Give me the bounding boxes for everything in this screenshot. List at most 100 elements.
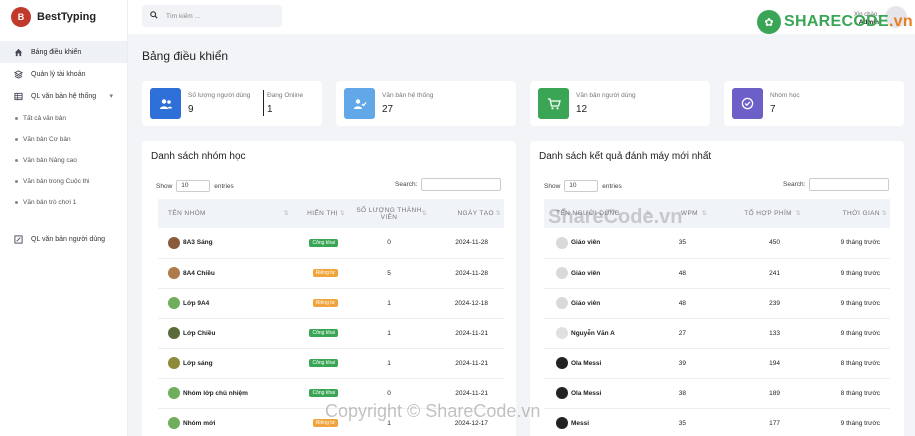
stat-value: 12 (576, 104, 588, 115)
column-header[interactable]: NGÀY TẠO ⇅ (430, 199, 504, 228)
group-name-cell: Nhóm lớp chủ nhiệm (158, 378, 292, 409)
table-search-input[interactable] (421, 178, 502, 191)
sidebar-subitem-label: Văn bản trong Cuộc thi (23, 178, 90, 185)
brand-name: BestTyping (37, 11, 97, 23)
search-icon (150, 11, 158, 21)
layers-icon (13, 69, 23, 79)
sidebar-subitem-game[interactable]: Văn bản trò chơi 1 (0, 192, 127, 213)
wpm-cell: 48 (654, 288, 710, 319)
entries-select[interactable]: 10 (564, 180, 599, 192)
stat-card-user-texts: Văn bản người dùng 12 (530, 81, 710, 126)
sidebar-subitem-advanced[interactable]: Văn bản Nâng cao (0, 150, 127, 171)
user-name: Ola Messi (571, 389, 602, 397)
time-cell: 8 tháng trước (804, 348, 890, 379)
avatar (556, 267, 568, 279)
stat-value: 9 (188, 104, 194, 115)
column-header[interactable]: TÊN NHÓM ⇅ (158, 199, 292, 228)
table-row[interactable]: Giáo viên 48 239 9 tháng trước (544, 288, 890, 319)
bullet-icon (15, 159, 18, 162)
table-row[interactable]: Giáo viên 35 450 9 tháng trước (544, 228, 890, 259)
table-row[interactable]: 8A4 Chiều Riêng tư 5 2024-11-28 (158, 258, 504, 289)
edit-icon (13, 234, 23, 244)
group-avatar (168, 387, 180, 399)
stat-label: Số lượng người dùng (188, 92, 251, 99)
group-avatar (168, 236, 180, 249)
avatar (556, 236, 568, 249)
table-row[interactable]: Ola Messi 38 189 8 tháng trước (544, 378, 890, 409)
group-avatar (168, 417, 180, 429)
table-row[interactable]: Lớp sáng Công khai 1 2024-11-21 (158, 348, 504, 379)
check-circle-icon (732, 88, 763, 119)
sidebar-item-system-texts[interactable]: QL văn bản hệ thống ▾ (0, 85, 127, 107)
results-panel: Danh sách kết quả đánh máy mới nhất Show… (530, 141, 904, 436)
avatar (556, 417, 568, 429)
sidebar-subitem-all[interactable]: Tất cả văn bản (0, 108, 127, 129)
entries-select[interactable]: 10 (176, 180, 211, 192)
sidebar-item-user-texts[interactable]: QL văn bản người dùng (0, 228, 127, 250)
keystrokes-cell: 241 (710, 258, 804, 289)
sort-icon: ⇅ (339, 211, 345, 217)
logo-text-main: SHARECODE (784, 13, 889, 30)
keystrokes-cell: 133 (710, 318, 804, 349)
stat-value: 27 (382, 104, 394, 115)
results-table-body: Giáo viên 35 450 9 tháng trước Giáo viên 48 24… (544, 228, 890, 436)
sharecode-logo-text: SHARECODE.vn (784, 13, 913, 31)
status-badge: Công khai (309, 329, 338, 337)
sidebar-subitem-contest[interactable]: Văn bản trong Cuộc thi (0, 171, 127, 192)
time-cell: 9 tháng trước (804, 408, 890, 436)
entries-label: entries (214, 182, 234, 190)
sidebar-item-accounts[interactable]: Quản lý tài khoản (0, 63, 127, 85)
user-name-cell: Ola Messi (544, 348, 654, 379)
user-name: Giáo viên (571, 239, 601, 247)
group-name-cell: 8A4 Chiều (158, 258, 292, 289)
search-box[interactable] (142, 5, 282, 27)
wpm-cell: 35 (654, 228, 710, 259)
stat-card-system-texts: Văn bản hệ thống 27 (336, 81, 516, 126)
user-name-cell: Giáo viên (544, 258, 654, 289)
status-badge: Công khai (309, 359, 338, 367)
visibility-cell: Công khai (292, 318, 348, 349)
table-row[interactable]: Lớp 9A4 Riêng tư 1 2024-12-18 (158, 288, 504, 319)
sidebar-subitem-label: Văn bản trò chơi 1 (23, 199, 77, 206)
table-row[interactable]: Lớp Chiều Công khai 1 2024-11-21 (158, 318, 504, 349)
sort-icon: ⇅ (795, 211, 801, 217)
group-name: Lớp 9A4 (183, 299, 210, 307)
avatar (556, 327, 568, 339)
sharecode-logo-icon: ✿ (757, 10, 781, 34)
table-row[interactable]: Ola Messi 39 194 8 tháng trước (544, 348, 890, 379)
column-header[interactable]: SỐ LƯỢNG THÀNH VIÊN ⇅ (348, 199, 430, 228)
sidebar-subitem-basic[interactable]: Văn bản Cơ bản (0, 129, 127, 150)
table-search: Search: (783, 178, 890, 191)
watermark-center: ShareCode.vn (548, 206, 683, 228)
sort-icon: ⇅ (283, 211, 289, 217)
created-date-cell: 2024-11-28 (430, 228, 504, 259)
group-name-cell: Nhóm mới (158, 408, 292, 436)
table-row[interactable]: Nguyễn Văn A 27 133 9 tháng trước (544, 318, 890, 349)
wpm-cell: 48 (654, 258, 710, 289)
keystrokes-cell: 189 (710, 378, 804, 409)
members-cell: 1 (348, 318, 430, 349)
group-name-cell: Lớp Chiều (158, 318, 292, 349)
sidebar-item-dashboard[interactable]: Bảng điều khiển (0, 41, 127, 63)
column-header[interactable]: HIỂN THỊ ⇅ (292, 199, 348, 228)
stat-card-groups: Nhóm học 7 (724, 81, 904, 126)
brand[interactable]: B BestTyping (0, 0, 127, 34)
time-cell: 9 tháng trước (804, 288, 890, 319)
status-badge: Công khai (309, 389, 338, 397)
search-label: Search: (395, 181, 418, 188)
table-search-input[interactable] (809, 178, 890, 191)
column-header[interactable]: THỜI GIAN ⇅ (804, 199, 890, 228)
column-header[interactable]: TỔ HỢP PHÍM ⇅ (710, 199, 804, 228)
sidebar-subitem-label: Tất cả văn bản (23, 115, 66, 122)
table-row[interactable]: Messi 35 177 9 tháng trước (544, 408, 890, 436)
search-input[interactable] (166, 12, 266, 20)
watermark-copyright: Copyright © ShareCode.vn (325, 401, 541, 421)
table-row[interactable]: Giáo viên 48 241 9 tháng trước (544, 258, 890, 289)
group-name: Nhóm mới (183, 419, 216, 427)
group-name-cell: 8A3 Sáng (158, 228, 292, 259)
table-row[interactable]: 8A3 Sáng Công khai 0 2024-11-28 (158, 228, 504, 259)
stat-value-online: 1 (267, 104, 273, 115)
members-cell: 5 (348, 258, 430, 289)
show-label: Show (156, 182, 173, 190)
entries-control: Show 10 entries (544, 180, 622, 192)
